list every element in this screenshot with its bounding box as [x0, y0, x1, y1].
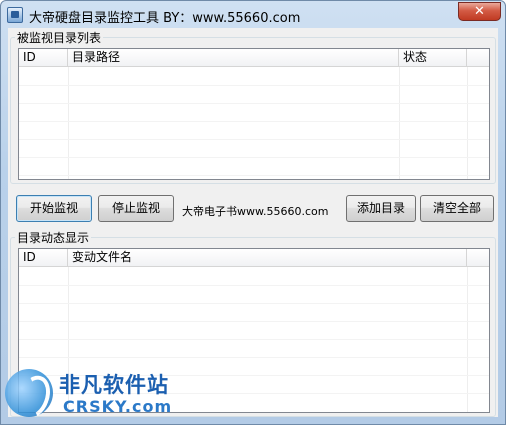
row-line	[19, 103, 489, 104]
row-line	[19, 339, 489, 340]
monitored-dirs-header: ID 目录路径 状态	[19, 49, 489, 67]
title-bar[interactable]: 大帝硬盘目录监控工具 BY：www.55660.com ✕	[1, 1, 505, 28]
watermark: 非凡软件站 CRSKY.com	[1, 361, 171, 423]
row-line	[19, 121, 489, 122]
dynamic-display-group-title: 目录动态显示	[15, 229, 92, 246]
client-area: 被监视目录列表 ID 目录路径 状态 开始监视 停止监视 大帝电子书www.55…	[8, 28, 498, 417]
row-line	[19, 357, 489, 358]
column-header-id[interactable]: ID	[19, 49, 68, 66]
row-line	[19, 285, 489, 286]
add-directory-button[interactable]: 添加目录	[346, 195, 416, 222]
changed-files-header: ID 变动文件名	[19, 249, 489, 267]
row-line	[19, 85, 489, 86]
ebook-site-label: 大帝电子书www.55660.com	[182, 205, 329, 218]
main-window: 大帝硬盘目录监控工具 BY：www.55660.com ✕ 被监视目录列表 ID…	[0, 0, 506, 425]
column-header-id[interactable]: ID	[19, 249, 68, 266]
start-monitor-button[interactable]: 开始监视	[16, 195, 92, 222]
watermark-text-cn: 非凡软件站	[59, 373, 169, 397]
grid-line	[467, 67, 468, 179]
clear-all-button[interactable]: 清空全部	[420, 195, 494, 222]
monitored-dirs-group: 被监视目录列表 ID 目录路径 状态	[10, 29, 496, 184]
row-line	[19, 157, 489, 158]
monitored-dirs-group-title: 被监视目录列表	[15, 29, 104, 46]
app-icon	[7, 7, 23, 23]
row-line	[19, 175, 489, 176]
grid-line	[68, 67, 69, 179]
grid-line	[399, 67, 400, 179]
column-header-status[interactable]: 状态	[399, 49, 467, 66]
monitored-dirs-listview[interactable]: ID 目录路径 状态	[18, 48, 490, 180]
row-line	[19, 321, 489, 322]
row-line	[19, 303, 489, 304]
watermark-logo-icon	[5, 369, 53, 417]
stop-monitor-button[interactable]: 停止监视	[98, 195, 174, 222]
row-line	[19, 139, 489, 140]
column-header-path[interactable]: 目录路径	[68, 49, 399, 66]
watermark-text-en: CRSKY.com	[63, 397, 173, 416]
column-header-changed-file[interactable]: 变动文件名	[68, 249, 467, 266]
window-title: 大帝硬盘目录监控工具 BY：www.55660.com	[29, 11, 301, 26]
close-button[interactable]: ✕	[458, 2, 501, 21]
